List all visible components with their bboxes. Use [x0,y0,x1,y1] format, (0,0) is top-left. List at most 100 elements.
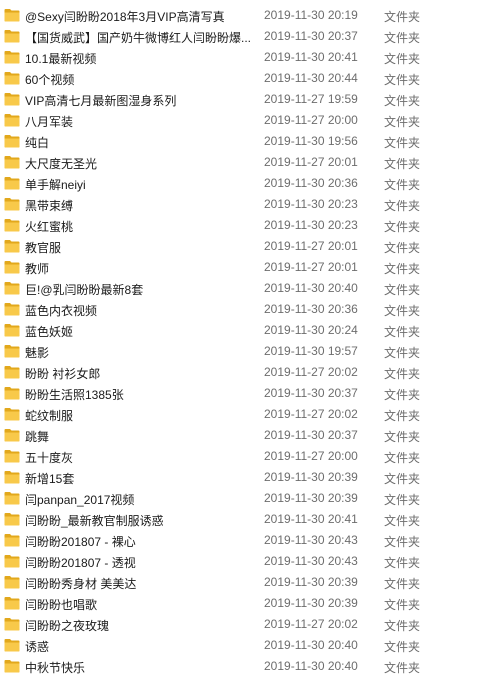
file-row[interactable]: 教官服 2019-11-27 20:01 文件夹 [0,236,497,257]
file-row[interactable]: 纯白 2019-11-30 19:56 文件夹 [0,131,497,152]
file-row[interactable]: 黑带束缚 2019-11-30 20:23 文件夹 [0,194,497,215]
file-row[interactable]: 中秋节快乐 2019-11-30 20:40 文件夹 [0,656,497,677]
file-date: 2019-11-30 20:40 [264,281,358,295]
file-row[interactable]: 五十度灰 2019-11-27 20:00 文件夹 [0,446,497,467]
file-date: 2019-11-30 20:37 [264,428,358,442]
file-row[interactable]: 单手解neiyi 2019-11-30 20:36 文件夹 [0,173,497,194]
file-date: 2019-11-30 20:39 [264,470,358,484]
file-type: 文件夹 [384,493,421,507]
file-row[interactable]: 火红蜜桃 2019-11-30 20:23 文件夹 [0,215,497,236]
file-date: 2019-11-30 20:19 [264,8,358,22]
folder-icon [4,428,20,442]
file-name: VIP高清七月最新图湿身系列 [25,94,177,108]
file-name: 纯白 [25,136,50,150]
file-name: 60个视频 [25,73,75,87]
file-row[interactable]: 10.1最新视频 2019-11-30 20:41 文件夹 [0,47,497,68]
file-type: 文件夹 [384,598,421,612]
file-name: 中秋节快乐 [25,661,86,675]
file-type: 文件夹 [384,388,421,402]
file-name: 大尺度无圣光 [25,157,98,171]
file-row[interactable]: 闫盼盼秀身材 美美达 2019-11-30 20:39 文件夹 [0,572,497,593]
file-type: 文件夹 [384,325,421,339]
folder-icon [4,176,20,190]
folder-icon [4,554,20,568]
file-row[interactable]: 盼盼生活照1385张 2019-11-30 20:37 文件夹 [0,383,497,404]
folder-icon [4,281,20,295]
file-row[interactable]: 八月军装 2019-11-27 20:00 文件夹 [0,110,497,131]
file-row[interactable]: 闫盼盼201807 - 透视 2019-11-30 20:43 文件夹 [0,551,497,572]
file-name: 蛇纹制服 [25,409,74,423]
file-date: 2019-11-30 20:40 [264,659,358,673]
file-type: 文件夹 [384,430,421,444]
file-row[interactable]: 大尺度无圣光 2019-11-27 20:01 文件夹 [0,152,497,173]
file-row[interactable]: 诱惑 2019-11-30 20:40 文件夹 [0,635,497,656]
file-row[interactable]: 闫盼盼之夜玫瑰 2019-11-27 20:02 文件夹 [0,614,497,635]
file-date: 2019-11-30 20:36 [264,176,358,190]
file-type: 文件夹 [384,199,421,213]
file-type: 文件夹 [384,514,421,528]
file-type: 文件夹 [384,73,421,87]
file-name: 单手解neiyi [25,178,86,192]
file-date: 2019-11-30 20:39 [264,596,358,610]
file-row[interactable]: 蛇纹制服 2019-11-27 20:02 文件夹 [0,404,497,425]
file-row[interactable]: 闫盼盼也唱歌 2019-11-30 20:39 文件夹 [0,593,497,614]
file-type: 文件夹 [384,556,421,570]
folder-icon [4,449,20,463]
file-name: 闫盼盼201807 - 裸心 [25,535,136,549]
folder-icon [4,134,20,148]
file-row[interactable]: 闫盼盼201807 - 裸心 2019-11-30 20:43 文件夹 [0,530,497,551]
file-type: 文件夹 [384,31,421,45]
file-name: 闫panpan_2017视频 [25,493,135,507]
file-row[interactable]: 魅影 2019-11-30 19:57 文件夹 [0,341,497,362]
folder-icon [4,575,20,589]
file-type: 文件夹 [384,157,421,171]
file-name: 魅影 [25,346,50,360]
file-row[interactable]: 闫盼盼_最新教官制服诱惑 2019-11-30 20:41 文件夹 [0,509,497,530]
file-row[interactable]: 盼盼 衬衫女郎 2019-11-27 20:02 文件夹 [0,362,497,383]
file-date: 2019-11-27 20:02 [264,365,358,379]
file-date: 2019-11-27 20:02 [264,407,358,421]
file-name: 教官服 [25,241,62,255]
folder-icon [4,596,20,610]
file-row[interactable]: 蓝色内衣视频 2019-11-30 20:36 文件夹 [0,299,497,320]
file-date: 2019-11-27 20:00 [264,113,358,127]
file-type: 文件夹 [384,640,421,654]
file-date: 2019-11-30 19:57 [264,344,358,358]
folder-icon [4,407,20,421]
file-name: 盼盼生活照1385张 [25,388,124,402]
file-date: 2019-11-30 20:39 [264,575,358,589]
file-name: 闫盼盼秀身材 美美达 [25,577,137,591]
file-date: 2019-11-30 19:56 [264,134,358,148]
file-type: 文件夹 [384,52,421,66]
file-row[interactable]: 新增15套 2019-11-30 20:39 文件夹 [0,467,497,488]
folder-icon [4,29,20,43]
file-type: 文件夹 [384,619,421,633]
file-row[interactable]: VIP高清七月最新图湿身系列 2019-11-27 19:59 文件夹 [0,89,497,110]
file-name: 闫盼盼_最新教官制服诱惑 [25,514,164,528]
file-row[interactable]: 闫panpan_2017视频 2019-11-30 20:39 文件夹 [0,488,497,509]
file-type: 文件夹 [384,577,421,591]
file-row[interactable]: 60个视频 2019-11-30 20:44 文件夹 [0,68,497,89]
file-date: 2019-11-27 20:01 [264,155,358,169]
file-type: 文件夹 [384,304,421,318]
file-date: 2019-11-30 20:41 [264,512,358,526]
file-date: 2019-11-27 20:02 [264,617,358,631]
file-row[interactable]: 【国货威武】国产奶牛微博红人闫盼盼爆... 2019-11-30 20:37 文… [0,26,497,47]
file-name: 跳舞 [25,430,50,444]
file-type: 文件夹 [384,472,421,486]
file-date: 2019-11-30 20:43 [264,533,358,547]
file-row[interactable]: 跳舞 2019-11-30 20:37 文件夹 [0,425,497,446]
file-type: 文件夹 [384,367,421,381]
file-name: 五十度灰 [25,451,74,465]
file-name: 巨!@乳闫盼盼最新8套 [25,283,144,297]
file-date: 2019-11-27 20:00 [264,449,358,463]
file-date: 2019-11-30 20:43 [264,554,358,568]
file-row[interactable]: @Sexy闫盼盼2018年3月VIP高清写真 2019-11-30 20:19 … [0,5,497,26]
file-type: 文件夹 [384,535,421,549]
file-row[interactable]: 蓝色妖姬 2019-11-30 20:24 文件夹 [0,320,497,341]
file-date: 2019-11-27 19:59 [264,92,358,106]
file-row[interactable]: 巨!@乳闫盼盼最新8套 2019-11-30 20:40 文件夹 [0,278,497,299]
file-name: 新增15套 [25,472,75,486]
folder-icon [4,470,20,484]
file-row[interactable]: 教师 2019-11-27 20:01 文件夹 [0,257,497,278]
